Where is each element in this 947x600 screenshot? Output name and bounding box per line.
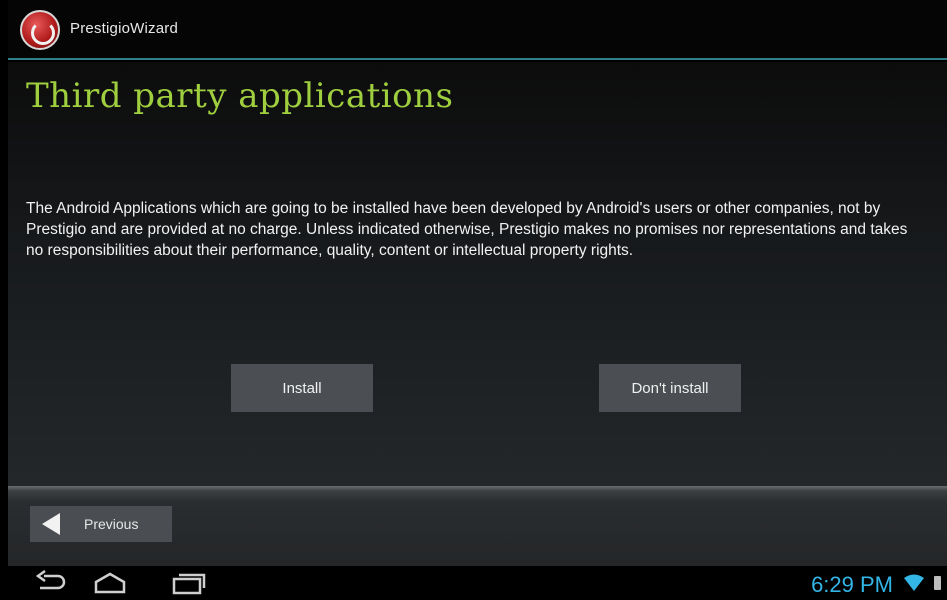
wizard-content: Third party applications The Android App…: [8, 62, 947, 486]
dont-install-button[interactable]: Don't install: [599, 364, 741, 412]
recent-apps-icon[interactable]: [170, 570, 206, 600]
disclaimer-text: The Android Applications which are going…: [26, 200, 908, 259]
install-button[interactable]: Install: [231, 364, 373, 412]
home-icon[interactable]: [92, 570, 128, 600]
battery-icon: [934, 576, 941, 590]
previous-button[interactable]: Previous: [30, 506, 172, 542]
system-navigation-bar: 6:29 PM: [0, 566, 947, 600]
wifi-icon: [903, 574, 925, 597]
app-title-bar: PrestigioWizard: [8, 0, 947, 60]
previous-label: Previous: [84, 516, 139, 532]
wizard-navigation-bar: Previous: [8, 486, 947, 566]
clock: 6:29 PM: [811, 572, 893, 597]
back-icon[interactable]: [34, 569, 68, 600]
prestigio-logo-icon: [20, 10, 60, 50]
page-title: Third party applications: [26, 76, 454, 116]
app-title: PrestigioWizard: [70, 20, 179, 37]
left-arrow-icon: [42, 513, 60, 535]
